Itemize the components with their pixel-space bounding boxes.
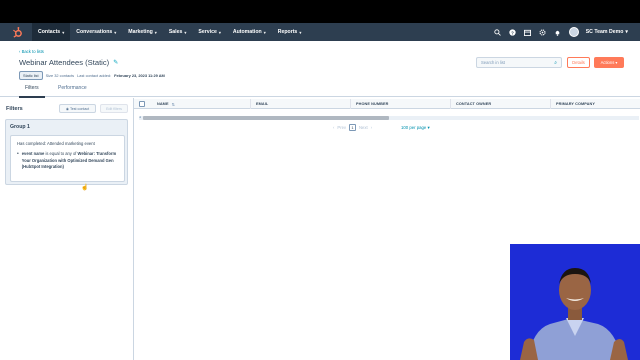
column-header-name[interactable]: NAME ⇅ [152, 99, 250, 109]
chevron-down-icon: ▾ [218, 29, 221, 35]
nav-item-conversations[interactable]: Conversations ▾ [70, 29, 122, 35]
sort-icon: ⇅ [171, 102, 175, 107]
tab-bar: Filters Performance [0, 83, 640, 98]
filter-condition: Has completed: Attended marketing event [17, 141, 95, 146]
chevron-down-icon: ▾ [427, 125, 430, 130]
marketplace-icon[interactable] [524, 28, 532, 36]
notifications-icon[interactable] [554, 28, 562, 36]
chevron-down-icon: ▾ [263, 29, 266, 35]
scrollbar-thumb[interactable] [143, 116, 389, 120]
presenter-video-overlay [510, 244, 640, 360]
mouse-cursor-icon: ☝ [81, 185, 89, 191]
tab-performance[interactable]: Performance [58, 85, 87, 91]
hubspot-sprocket-icon[interactable] [11, 26, 24, 39]
pencil-icon[interactable]: ✎ [113, 59, 118, 66]
chevron-down-icon: ▾ [625, 29, 628, 35]
main-menu: Contacts ▾ Conversations ▾ Marketing ▾ Sale… [32, 23, 307, 41]
pagination: ‹ Prev 1 Next › [333, 124, 372, 131]
chevron-right-icon[interactable]: › [371, 125, 372, 130]
column-header-email[interactable]: EMAIL [250, 99, 350, 109]
nav-item-automation[interactable]: Automation ▾ [227, 29, 272, 35]
edit-filters-button[interactable]: Edit filters [100, 104, 128, 113]
eye-icon: ◉ [65, 106, 69, 111]
list-meta: Static list Size 32 contacts Last contac… [19, 71, 165, 80]
chevron-down-icon: ▾ [114, 29, 117, 35]
svg-text:?: ? [511, 30, 514, 35]
filters-heading: Filters [6, 106, 23, 112]
settings-icon[interactable] [539, 28, 547, 36]
tab-filters[interactable]: Filters [19, 85, 45, 98]
nav-item-reports[interactable]: Reports ▾ [272, 29, 308, 35]
filter-group: Group 1 Has completed: Attended marketin… [5, 119, 128, 185]
search-input[interactable]: Search in list ⌕ [476, 57, 562, 68]
help-icon[interactable]: ? [509, 28, 517, 36]
nav-item-contacts[interactable]: Contacts ▾ [32, 23, 71, 41]
chevron-down-icon: ▾ [184, 29, 187, 35]
prev-page-button[interactable]: Prev [337, 125, 346, 130]
next-page-button[interactable]: Next [359, 125, 368, 130]
current-page[interactable]: 1 [349, 124, 357, 131]
chevron-down-icon: ▾ [299, 29, 302, 35]
back-to-lists-link[interactable]: ‹ Back to lists [19, 49, 44, 54]
group-title: Group 1 [10, 124, 30, 130]
chevron-left-icon[interactable]: ‹ [333, 125, 334, 130]
column-header-owner[interactable]: CONTACT OWNER [450, 99, 550, 109]
column-header-company[interactable]: PRIMARY COMPANY [550, 99, 640, 109]
nav-right-tools: ? SC Team Demo ▾ [494, 27, 640, 37]
select-all-checkbox[interactable] [139, 101, 145, 107]
last-added-value: February 23, 2023 11:29 AM [114, 73, 165, 78]
black-letterbox-top [0, 0, 640, 23]
per-page-select[interactable]: 100 per page ▾ [401, 125, 430, 131]
table-header: NAME ⇅ EMAIL PHONE NUMBER CONTACT OWNER P… [134, 99, 640, 109]
presenter-figure [510, 244, 640, 360]
top-navigation-bar: Contacts ▾ Conversations ▾ Marketing ▾ Sale… [0, 23, 640, 41]
filters-panel: Filters ◉ Test contact Edit filters Group… [0, 98, 134, 360]
nav-item-marketing[interactable]: Marketing ▾ [122, 29, 163, 35]
nav-item-service[interactable]: Service ▾ [192, 29, 226, 35]
search-icon[interactable] [494, 28, 502, 36]
search-icon: ⌕ [554, 60, 557, 66]
nav-item-sales[interactable]: Sales ▾ [163, 29, 193, 35]
filter-sub-condition: • event name is equal to any of Webinar:… [17, 151, 117, 170]
chevron-down-icon: ▾ [615, 60, 618, 65]
bullet-icon: • [17, 151, 19, 157]
list-size: Size 32 contacts [45, 73, 75, 78]
details-button[interactable]: Details [567, 57, 590, 68]
actions-button[interactable]: Actions ▾ [594, 57, 624, 68]
scroll-left-icon[interactable]: ◂ [139, 115, 141, 119]
page-title: Webinar Attendees (Static) ✎ [19, 58, 119, 67]
filter-condition-card[interactable]: Has completed: Attended marketing event … [10, 135, 125, 182]
chevron-down-icon: ▾ [154, 29, 157, 35]
last-added-label: Last contact added: [77, 73, 112, 78]
horizontal-scrollbar[interactable]: ◂ [139, 115, 639, 120]
account-menu[interactable]: SC Team Demo ▾ [586, 29, 628, 35]
column-header-phone[interactable]: PHONE NUMBER [350, 99, 450, 109]
test-contact-button[interactable]: ◉ Test contact [59, 104, 96, 113]
avatar[interactable] [568, 27, 579, 37]
chevron-down-icon: ▾ [62, 29, 65, 35]
list-type-badge: Static list [19, 71, 43, 80]
